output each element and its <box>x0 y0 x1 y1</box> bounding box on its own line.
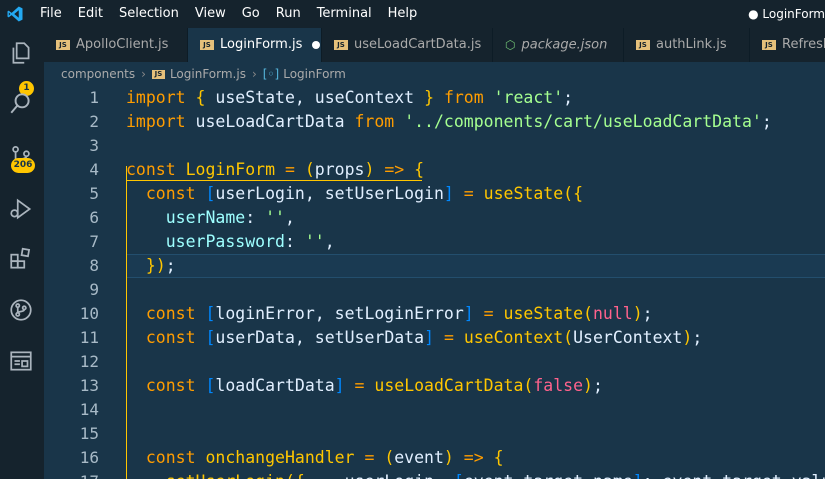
line-number: 8 <box>89 256 99 275</box>
line-number: 5 <box>89 184 99 203</box>
line-number: 9 <box>89 280 99 299</box>
code-line[interactable]: const [loadCartData] = useLoadCartData(f… <box>126 374 603 398</box>
breadcrumb-folder[interactable]: components <box>61 67 135 81</box>
symbol-variable-icon: [◦] <box>262 67 280 81</box>
line-number: 10 <box>79 304 99 323</box>
code-line[interactable]: setUserLogin({ ...userLogin, [event.targ… <box>126 470 825 479</box>
js-file-icon: JS <box>151 70 165 79</box>
menu-view[interactable]: View <box>195 0 226 28</box>
code-line[interactable]: const onchangeHandler = (event) => { <box>126 446 504 470</box>
menu-go[interactable]: Go <box>242 0 260 28</box>
js-file-icon: JS <box>334 39 348 50</box>
line-number: 1 <box>89 88 99 107</box>
unsaved-dot-icon[interactable] <box>312 40 321 49</box>
code-line[interactable]: import { useState, useContext } from 're… <box>126 86 573 110</box>
code-line[interactable]: userName: '', <box>126 206 295 230</box>
line-number: 17 <box>44 470 99 479</box>
code-line[interactable]: const LoginForm = (props) => { <box>126 158 424 182</box>
line-number: 6 <box>89 208 99 227</box>
explorer-icon[interactable] <box>8 40 36 68</box>
tab-package-json[interactable]: ⬡ package.json <box>493 28 624 62</box>
vscode-logo-icon <box>7 6 23 22</box>
line-number: 15 <box>79 424 99 443</box>
line-number: 7 <box>89 232 99 251</box>
chevron-right-icon: › <box>251 67 257 81</box>
editor-tabs: JS ApolloClient.js JS LoginForm.js JS useLo… <box>44 28 825 62</box>
code-editor[interactable]: 1 2 3 4 5 6 7 8 9 10 11 12 13 14 15 16 1… <box>44 86 825 479</box>
code-line[interactable]: userPassword: '', <box>126 230 335 254</box>
tab-loginform[interactable]: JS LoginForm.js <box>188 28 322 62</box>
search-icon[interactable] <box>8 90 36 118</box>
current-line-highlight <box>126 254 825 278</box>
js-file-icon: JS <box>200 39 214 50</box>
js-file-icon: JS <box>762 39 776 50</box>
window-title: ● LoginForm <box>748 7 825 21</box>
line-number: 13 <box>79 376 99 395</box>
tab-authlink[interactable]: JS authLink.js <box>624 28 750 62</box>
menu-help[interactable]: Help <box>388 0 418 28</box>
js-file-icon: JS <box>636 39 650 50</box>
line-number: 2 <box>89 112 99 131</box>
breadcrumb-symbol[interactable]: LoginForm <box>283 67 346 81</box>
breadcrumb: components › JS LoginForm.js › [◦] LoginForm <box>44 62 825 86</box>
menu-file[interactable]: File <box>40 0 62 28</box>
code-line[interactable]: import useLoadCartData from '../componen… <box>126 110 772 134</box>
remote-explorer-icon[interactable] <box>8 348 36 376</box>
line-number: 3 <box>89 136 99 155</box>
npm-file-icon: ⬡ <box>505 38 516 52</box>
code-line[interactable]: const [userLogin, setUserLogin] = useSta… <box>126 182 583 206</box>
source-control-badge: 206 <box>11 158 35 173</box>
line-number: 16 <box>79 448 99 467</box>
line-number: 11 <box>79 328 99 347</box>
chevron-right-icon: › <box>141 67 146 81</box>
breadcrumb-file[interactable]: LoginForm.js <box>170 67 246 81</box>
menu-edit[interactable]: Edit <box>78 0 103 28</box>
menu-bar: File Edit Selection View Go Run Terminal… <box>40 0 433 28</box>
git-graph-icon[interactable] <box>8 297 36 325</box>
line-number: 12 <box>79 352 99 371</box>
tab-apolloclient[interactable]: JS ApolloClient.js <box>44 28 188 62</box>
menu-run[interactable]: Run <box>276 0 301 28</box>
line-number: 4 <box>89 160 99 179</box>
menu-terminal[interactable]: Terminal <box>317 0 372 28</box>
code-line[interactable]: }); <box>126 254 176 278</box>
line-number: 14 <box>79 400 99 419</box>
activity-bar: 1 206 <box>0 28 44 479</box>
js-file-icon: JS <box>56 39 70 50</box>
code-line[interactable]: const [userData, setUserData] = useConte… <box>126 326 702 350</box>
title-bar: File Edit Selection View Go Run Terminal… <box>0 0 825 28</box>
tab-useloadcartdata[interactable]: JS useLoadCartData.js <box>322 28 493 62</box>
tab-refresht[interactable]: JSRefreshT <box>750 28 825 62</box>
menu-selection[interactable]: Selection <box>119 0 179 28</box>
run-debug-icon[interactable] <box>8 196 36 224</box>
code-line[interactable]: const [loginError, setLoginError] = useS… <box>126 302 653 326</box>
extensions-icon[interactable] <box>8 246 36 274</box>
